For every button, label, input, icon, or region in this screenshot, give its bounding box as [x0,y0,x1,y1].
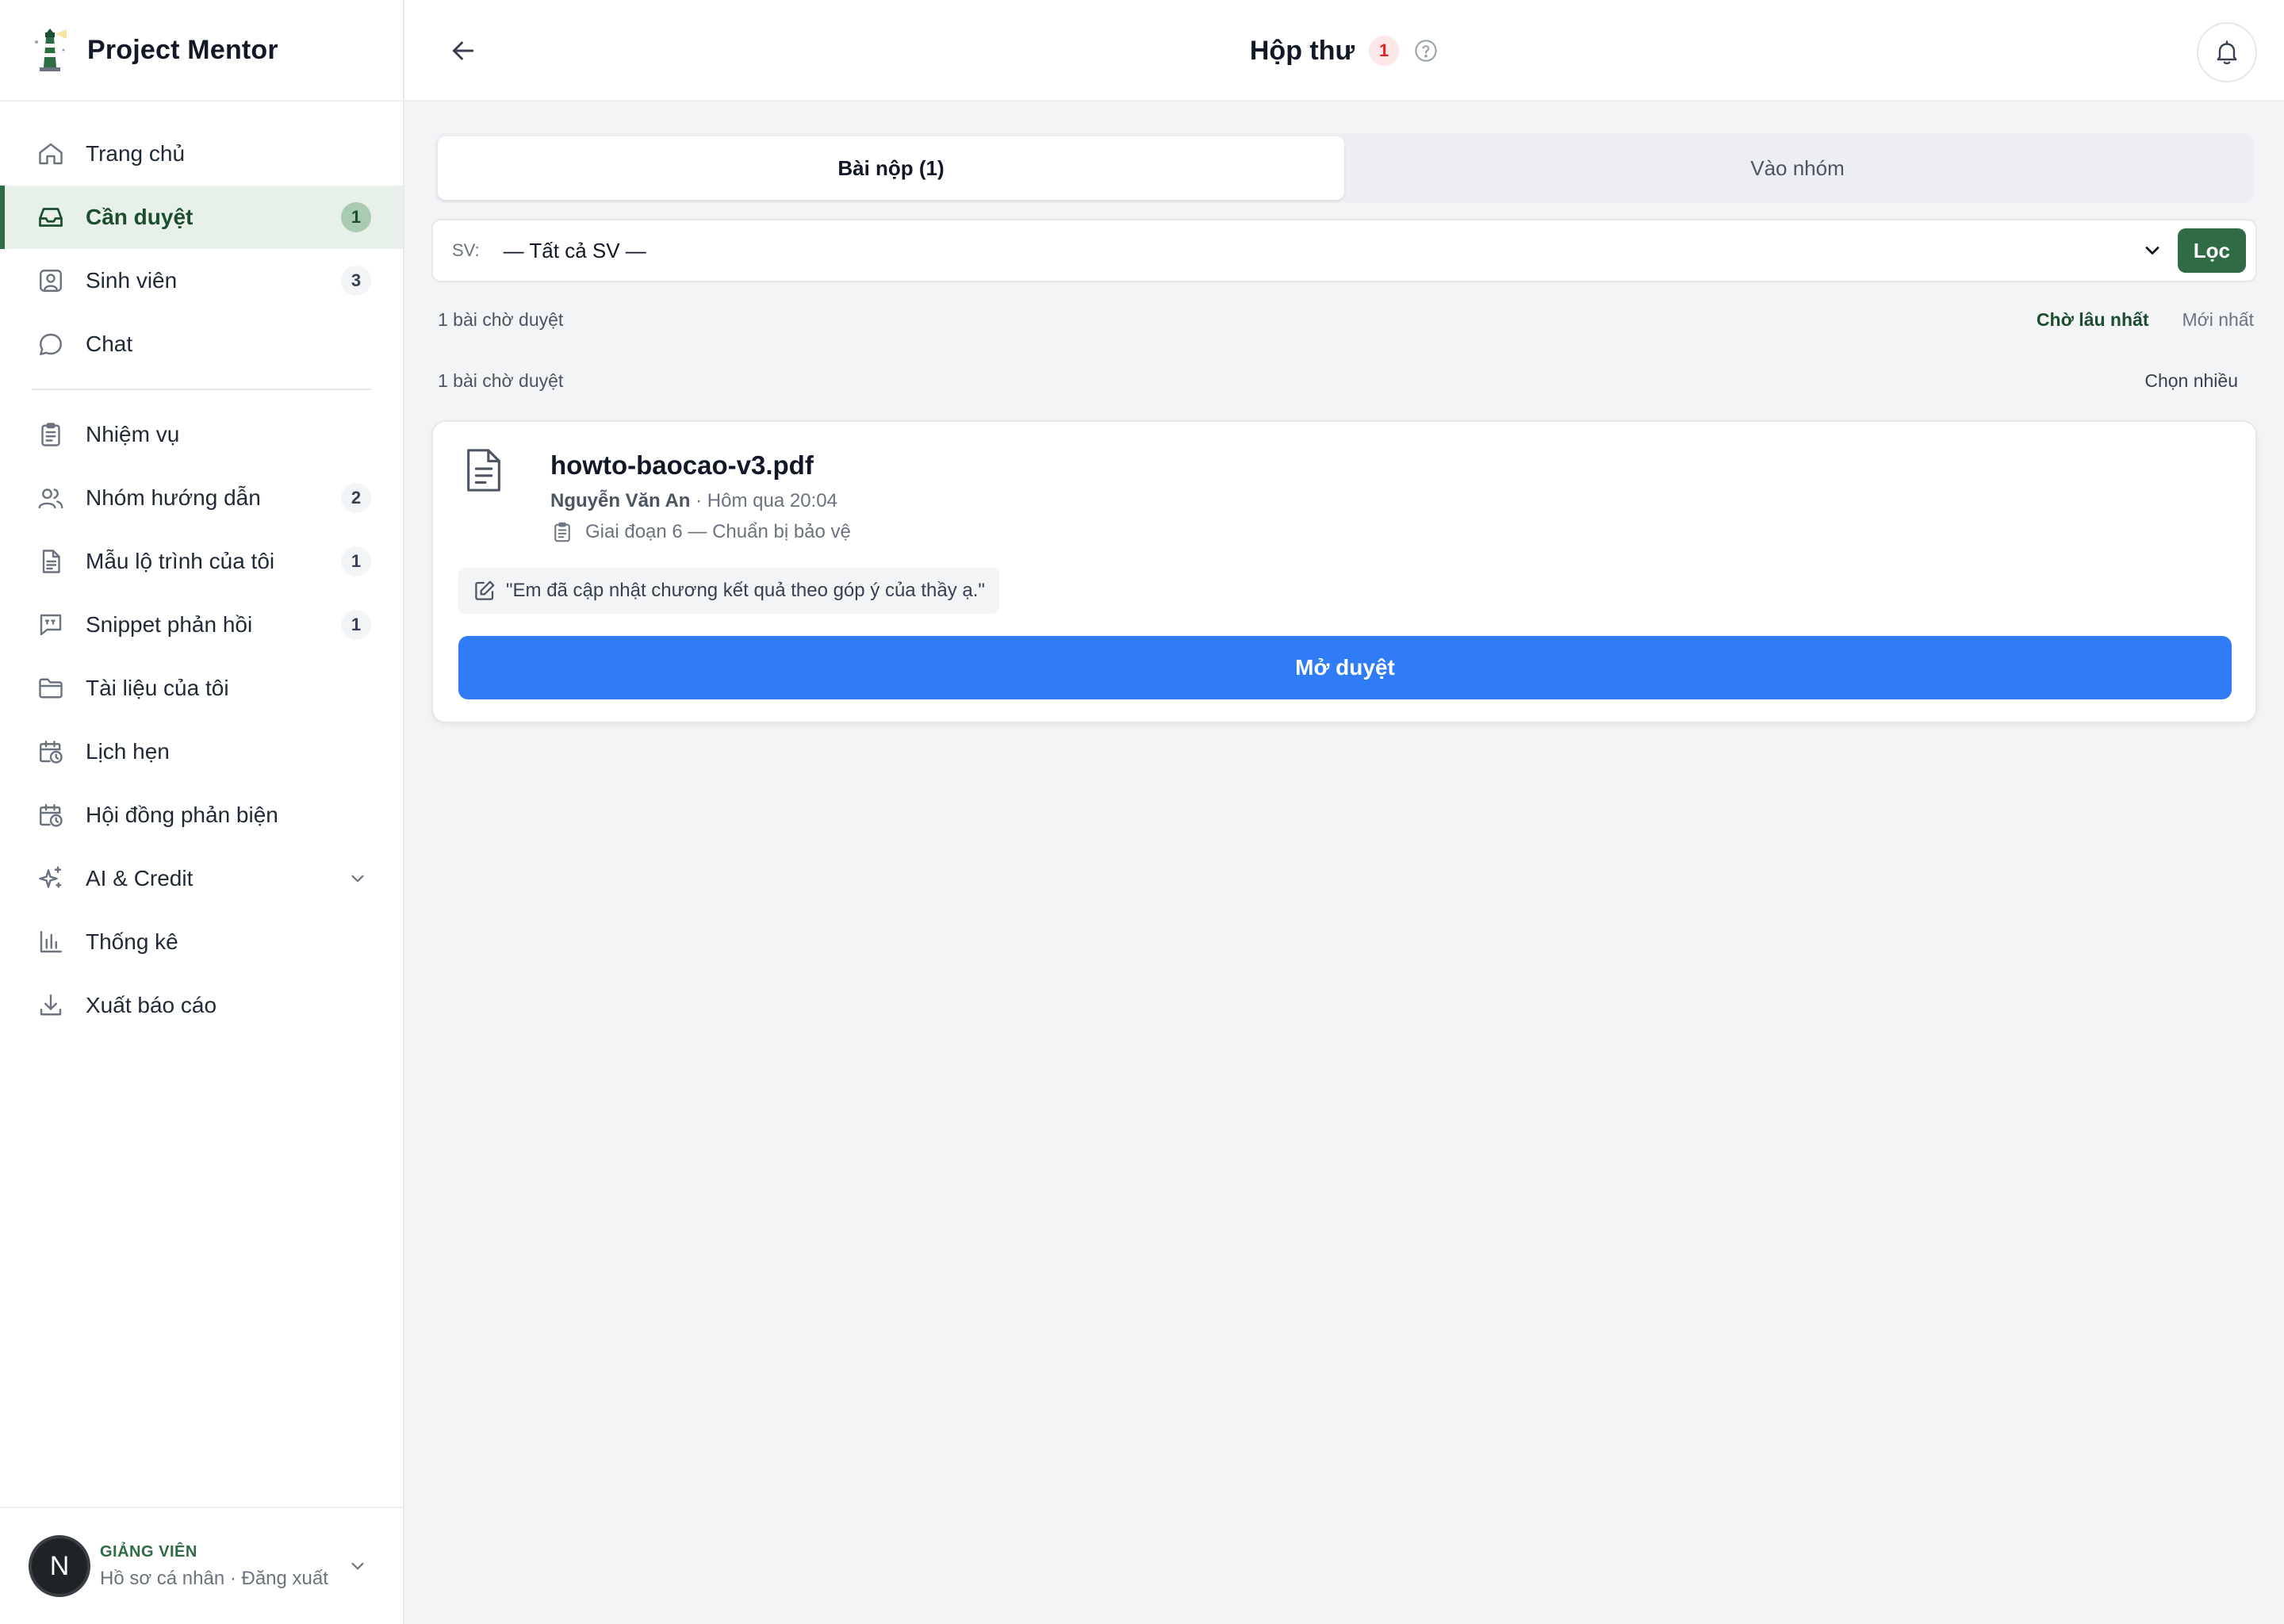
stage-label: Giai đoạn 6 — Chuẩn bị bảo vệ [585,521,851,542]
pending-count: 1 bài chờ duyệt [438,308,564,330]
count-badge: 1 [341,202,371,232]
submission-meta: Nguyễn Văn An · Hôm qua 20:04 [550,490,837,512]
sidebar-item-label: Thống kê [86,929,178,954]
student-filter: SV: — Tất cả SV — Lọc [431,219,2257,282]
unread-badge: 1 [1369,36,1400,66]
sidebar-item-export-report[interactable]: Xuất báo cáo [0,974,403,1037]
sparkles-icon [35,863,67,894]
sidebar-item-label: Xuất báo cáo [86,993,217,1017]
user-info: GIẢNG VIÊN Hồ sơ cá nhân · Đăng xuất [100,1543,328,1590]
home-icon [35,138,67,170]
title-wrap: Hộp thư 1 [404,0,2284,102]
sort-row: 1 bài chờ duyệt Chờ lâu nhất Mới nhất [438,304,2254,335]
clipboard-icon [554,522,570,542]
submission-note: "Em đã cập nhật chương kết quả theo góp … [458,568,999,614]
sidebar-nav: Trang chủ Cần duyệt 1 Sinh viên 3 Chat N… [0,122,403,1037]
submission-stage: Giai đoạn 6 — Chuẩn bị bảo vệ [550,520,851,544]
bulk-row: 1 bài chờ duyệt Chọn nhiều [438,365,2254,396]
users-icon [35,482,67,514]
user-links[interactable]: Hồ sơ cá nhân · Đăng xuất [100,1568,328,1590]
user-square-icon [35,265,67,297]
sidebar-item-label: Lịch hẹn [86,739,170,764]
sidebar-item-students[interactable]: Sinh viên 3 [0,249,403,312]
inbox-icon [35,201,67,233]
user-menu[interactable]: N GIẢNG VIÊN Hồ sơ cá nhân · Đăng xuất [0,1507,403,1624]
submission-author: Nguyễn Văn An [550,490,691,511]
edit-icon [475,580,495,600]
sidebar-item-label: Trang chủ [86,141,186,166]
sidebar-item-my-documents[interactable]: Tài liệu của tôi [0,657,403,720]
bar-chart-icon [35,926,67,958]
chevron-down-icon[interactable] [347,1556,368,1576]
count-badge: 1 [341,610,371,640]
sidebar-item-feedback-snippets[interactable]: Snippet phản hồi 1 [0,593,403,657]
back-arrow-icon[interactable] [447,35,479,67]
sidebar-item-ai-credit[interactable]: AI & Credit [0,847,403,910]
sidebar-item-label: Snippet phản hồi [86,612,253,637]
tab-bar: Bài nộp (1) Vào nhóm [435,133,2254,203]
nav-divider [32,389,371,390]
sort-oldest-waiting[interactable]: Chờ lâu nhất [2037,309,2149,331]
student-select[interactable]: — Tất cả SV — [504,239,2141,263]
document-icon [35,546,67,577]
sidebar-item-tasks[interactable]: Nhiệm vụ [0,403,403,466]
file-icon [467,449,500,492]
chevron-down-icon[interactable] [2141,239,2163,262]
submission-time: · Hôm qua 20:04 [690,490,837,511]
tab-submissions[interactable]: Bài nộp (1) [438,136,1344,200]
sidebar-item-label: Nhóm hướng dẫn [86,485,261,510]
app-name: Project Mentor [87,34,278,65]
count-badge: 3 [341,266,371,296]
filter-label: SV: [452,240,480,260]
sidebar-item-appointments[interactable]: Lịch hẹn [0,720,403,783]
submission-file-name[interactable]: howto-baocao-v3.pdf [550,450,814,481]
lighthouse-logo-icon [35,29,67,71]
submission-card: howto-baocao-v3.pdf Nguyễn Văn An · Hôm … [431,420,2257,723]
count-badge: 2 [341,483,371,513]
topbar: Hộp thư 1 [404,0,2284,102]
sort-newest[interactable]: Mới nhất [2182,309,2254,331]
sidebar-item-label: Hội đồng phản biện [86,802,278,827]
sidebar-item-chat[interactable]: Chat [0,312,403,376]
sidebar-item-label: Sinh viên [86,268,178,293]
filter-button[interactable]: Lọc [2177,228,2246,273]
avatar: N [29,1535,90,1597]
help-icon[interactable] [1413,38,1439,63]
open-review-button[interactable]: Mở duyệt [458,636,2232,699]
notifications-button[interactable] [2197,22,2257,82]
tab-join-requests[interactable]: Vào nhóm [1344,136,2251,200]
folder-icon [35,672,67,704]
sidebar-item-label: Tài liệu của tôi [86,676,229,700]
sidebar-item-label: Nhiệm vụ [86,422,180,446]
bell-icon [2217,40,2237,65]
count-badge: 1 [341,546,371,576]
brand[interactable]: Project Mentor [0,0,403,102]
sidebar: Project Mentor Trang chủ Cần duyệt 1 Sin… [0,0,404,1624]
sidebar-item-label: Cần duyệt [86,205,194,229]
sidebar-item-review[interactable]: Cần duyệt 1 [0,186,403,249]
sidebar-item-review-council[interactable]: Hội đồng phản biện [0,783,403,847]
sidebar-item-statistics[interactable]: Thống kê [0,910,403,974]
clipboard-icon [35,419,67,450]
pending-count-secondary: 1 bài chờ duyệt [438,370,564,391]
chevron-down-icon[interactable] [347,868,368,889]
sidebar-item-label: Chat [86,331,133,356]
download-icon [35,990,67,1021]
sidebar-item-home[interactable]: Trang chủ [0,122,403,186]
sidebar-item-label: Mẫu lộ trình của tôi [86,549,275,573]
quote-message-icon [35,609,67,641]
multi-select-toggle[interactable]: Chọn nhiều [2144,370,2238,392]
sidebar-item-groups[interactable]: Nhóm hướng dẫn 2 [0,466,403,530]
sidebar-item-roadmap-templates[interactable]: Mẫu lộ trình của tôi 1 [0,530,403,593]
note-text: "Em đã cập nhật chương kết quả theo góp … [506,580,985,601]
page-title: Hộp thư [1249,35,1355,66]
calendar-clock-icon [35,736,67,768]
main-content: Bài nộp (1) Vào nhóm SV: — Tất cả SV — L… [404,103,2284,1624]
user-role: GIẢNG VIÊN [100,1542,197,1561]
calendar-clock-icon [35,799,67,831]
chat-icon [35,328,67,360]
sidebar-item-label: AI & Credit [86,866,194,891]
